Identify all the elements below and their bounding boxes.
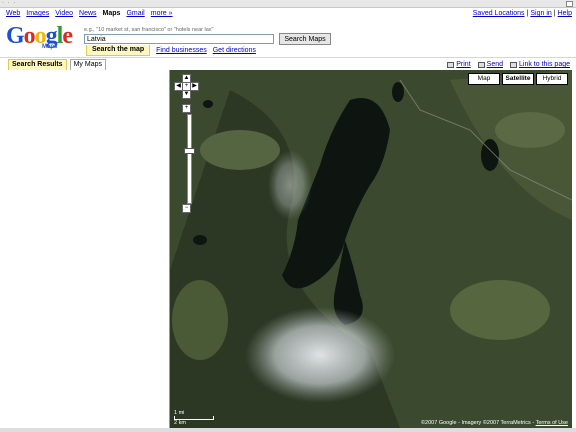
nav-images[interactable]: Images — [26, 10, 49, 20]
zoom-slider-track[interactable] — [187, 114, 192, 204]
map-type-map-button[interactable]: Map — [468, 73, 500, 85]
print-link[interactable]: Print — [447, 61, 471, 68]
link-label: Link to this page — [519, 61, 570, 68]
nav-more[interactable]: more » — [151, 10, 173, 20]
link-icon — [510, 61, 518, 68]
tab-get-directions[interactable]: Get directions — [213, 47, 256, 54]
window-grip: · · · — [2, 0, 17, 6]
map-type-hybrid-button[interactable]: Hybrid — [536, 73, 568, 85]
search-hint: e.g., "10 market st, san francisco" or "… — [84, 27, 214, 33]
send-icon — [477, 61, 485, 68]
window-title-strip: · · · — [0, 0, 576, 8]
search-results-panel — [0, 70, 170, 432]
google-nav-bar: Web Images Video News Maps Gmail more » — [6, 10, 173, 20]
window-restore-icon[interactable] — [566, 1, 573, 7]
sign-in-link[interactable]: Sign in — [530, 10, 551, 17]
page-actions: Print Send Link to this page — [447, 61, 570, 68]
print-label: Print — [456, 61, 471, 68]
zoom-out-icon[interactable]: − — [182, 204, 191, 213]
window-bottom-border — [0, 428, 576, 432]
help-link[interactable]: Help — [558, 10, 572, 17]
send-label: Send — [486, 61, 504, 68]
logo-maps-label: Maps — [42, 44, 58, 50]
map-navigation-control: ▲ ◀ + ▶ ▼ + − — [174, 74, 199, 214]
nav-maps-current: Maps — [102, 10, 121, 17]
account-links: Saved Locations | Sign in | Help — [473, 10, 572, 17]
link-to-page[interactable]: Link to this page — [510, 61, 570, 68]
separator: | — [526, 10, 529, 17]
pan-right-icon[interactable]: ▶ — [190, 82, 199, 91]
header-divider — [0, 57, 576, 58]
search-input[interactable]: Latvia — [84, 34, 274, 44]
pan-down-icon[interactable]: ▼ — [182, 90, 191, 99]
nav-news[interactable]: News — [79, 10, 97, 20]
send-link[interactable]: Send — [477, 61, 504, 68]
print-icon — [447, 61, 455, 68]
scale-km: 2 km — [174, 420, 186, 426]
zoom-slider-thumb[interactable] — [184, 148, 195, 154]
saved-locations-link[interactable]: Saved Locations — [473, 10, 525, 17]
google-maps-logo[interactable]: Google Maps — [6, 24, 82, 52]
nav-web[interactable]: Web — [6, 10, 20, 20]
tab-find-businesses[interactable]: Find businesses — [156, 47, 207, 54]
separator: | — [553, 10, 556, 17]
nav-video[interactable]: Video — [55, 10, 73, 20]
map-copyright: ©2007 Google - Imagery ©2007 TerraMetric… — [421, 420, 568, 426]
nav-gmail[interactable]: Gmail — [126, 10, 144, 20]
satellite-imagery — [170, 70, 572, 428]
search-maps-button[interactable]: Search Maps — [279, 33, 331, 45]
satellite-map[interactable]: Map Satellite Hybrid ▲ ◀ + ▶ ▼ + − 1 mi … — [170, 70, 572, 428]
zoom-in-icon[interactable]: + — [182, 104, 191, 113]
map-scale: 1 mi 2 km — [174, 410, 214, 426]
map-type-buttons: Map Satellite Hybrid — [468, 73, 568, 85]
copyright-text: ©2007 Google - Imagery ©2007 TerraMetric… — [421, 420, 536, 426]
terms-of-use-link[interactable]: Terms of Use — [536, 420, 568, 426]
tab-search-the-map[interactable]: Search the map — [86, 45, 151, 56]
map-type-satellite-button[interactable]: Satellite — [502, 73, 534, 85]
search-mode-tabs: Search the map Find businesses Get direc… — [86, 45, 256, 56]
